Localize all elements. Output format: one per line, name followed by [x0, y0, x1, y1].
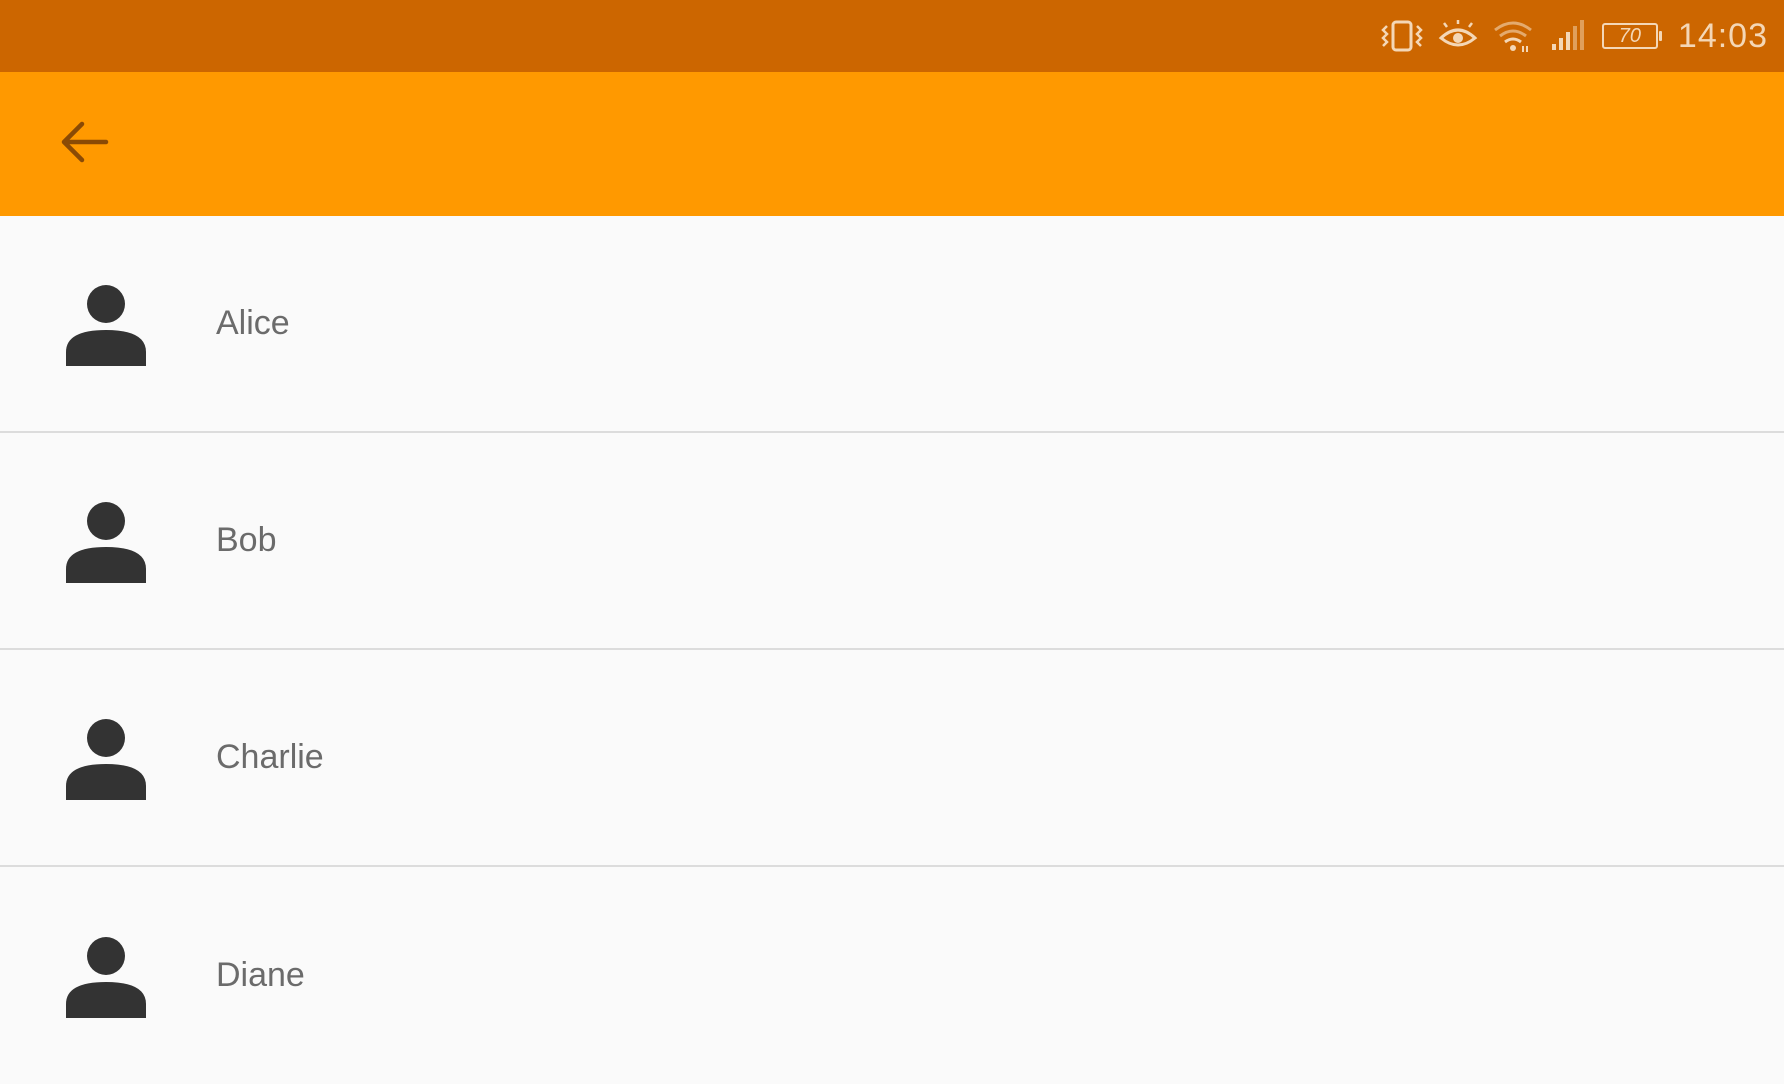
- contact-name: Charlie: [216, 738, 324, 776]
- arrow-back-icon: [58, 116, 110, 173]
- vibrate-icon: [1380, 18, 1424, 54]
- back-button[interactable]: [54, 114, 114, 174]
- person-icon: [66, 934, 150, 1018]
- person-icon: [66, 499, 150, 583]
- list-item[interactable]: Bob: [0, 433, 1784, 650]
- contact-name: Alice: [216, 304, 290, 342]
- status-bar: 70 14:03: [0, 0, 1784, 72]
- wifi-icon: [1492, 18, 1534, 54]
- status-time: 14:03: [1677, 16, 1768, 55]
- eye-comfort-icon: [1438, 18, 1478, 54]
- cell-signal-icon: [1548, 18, 1588, 54]
- contact-name: Diane: [216, 956, 305, 994]
- contact-list: Alice Bob Charlie Diane: [0, 216, 1784, 1084]
- app-bar: [0, 72, 1784, 216]
- list-item[interactable]: Charlie: [0, 650, 1784, 867]
- battery-icon: 70: [1601, 23, 1662, 49]
- person-icon: [66, 716, 150, 800]
- list-item[interactable]: Diane: [0, 867, 1784, 1084]
- list-item[interactable]: Alice: [0, 216, 1784, 433]
- person-icon: [66, 282, 150, 366]
- contact-name: Bob: [216, 521, 277, 559]
- battery-level: 70: [1618, 24, 1642, 47]
- status-icons: 70 14:03: [1380, 17, 1768, 56]
